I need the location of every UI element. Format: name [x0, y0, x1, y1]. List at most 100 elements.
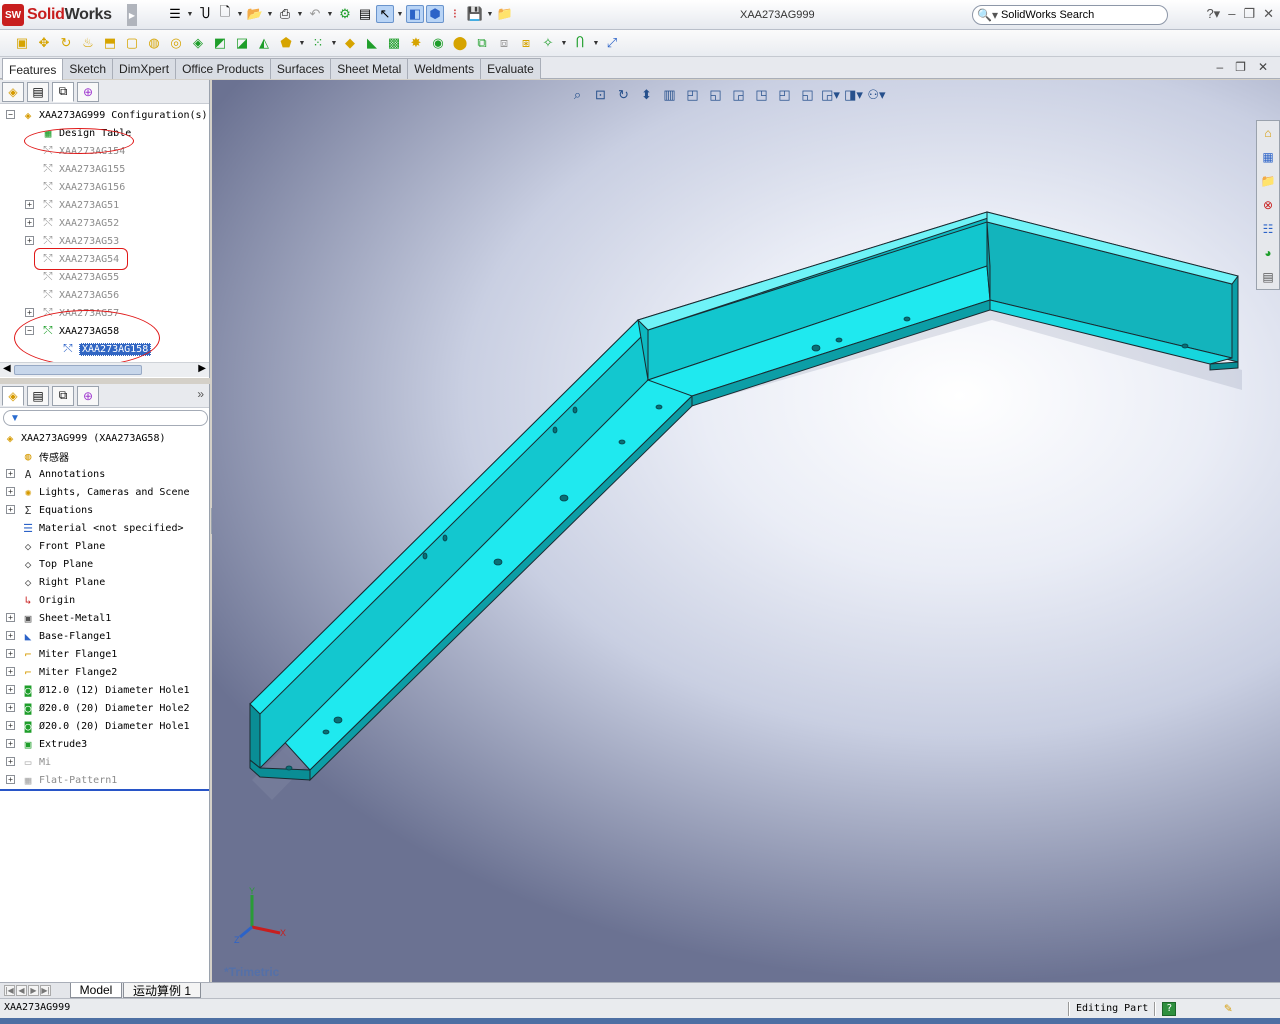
doc-close-icon[interactable]: ✕: [1258, 60, 1268, 74]
feature-item[interactable]: ◇ Front Plane: [0, 537, 209, 555]
view-orientation-icon[interactable]: ◲▾: [821, 85, 840, 104]
dimxpert-manager-tab-icon[interactable]: ⊕: [77, 385, 99, 406]
flex-icon[interactable]: ⧈: [494, 33, 514, 53]
left-view-icon[interactable]: ◲: [729, 85, 748, 104]
feature-item[interactable]: + ◙ Ø20.0 (20) Diameter Hole1: [0, 717, 209, 735]
first-tab-icon[interactable]: |◀: [4, 985, 15, 996]
expand-icon[interactable]: +: [6, 775, 15, 784]
horizontal-scrollbar[interactable]: ◀ ▶: [0, 362, 209, 377]
file-properties-icon[interactable]: ▤: [356, 5, 374, 23]
feature-item[interactable]: ◍ 传感器: [0, 447, 209, 465]
tab-sketch[interactable]: Sketch: [62, 58, 114, 79]
wrap-icon[interactable]: ✸: [406, 33, 426, 53]
feature-item[interactable]: + ✺ Lights, Cameras and Scene: [0, 483, 209, 501]
feature-item[interactable]: ☰ Material <not specified>: [0, 519, 209, 537]
config-item[interactable]: + ⤲ XAA273AG51: [0, 196, 209, 214]
last-tab-icon[interactable]: ▶|: [40, 985, 51, 996]
print-icon[interactable]: ⎙: [276, 5, 294, 23]
prev-tab-icon[interactable]: ◀: [16, 985, 27, 996]
back-view-icon[interactable]: ◱: [706, 85, 725, 104]
restore-icon[interactable]: ❐: [1243, 6, 1255, 22]
mirror-icon[interactable]: ⧉: [472, 33, 492, 53]
config-item[interactable]: ⤲ XAA273AG156: [0, 178, 209, 196]
boundary-cut-icon[interactable]: ◪: [232, 33, 252, 53]
feature-item[interactable]: + ◙ Ø20.0 (20) Diameter Hole2: [0, 699, 209, 717]
right-view-icon[interactable]: ◳: [752, 85, 771, 104]
top-view-icon[interactable]: ◰: [775, 85, 794, 104]
tab-motion-study[interactable]: 运动算例 1: [123, 983, 201, 998]
lofted-cut-icon[interactable]: ◩: [210, 33, 230, 53]
expand-icon[interactable]: +: [6, 469, 15, 478]
design-library-icon[interactable]: ▦: [1259, 147, 1277, 167]
help-icon[interactable]: ?▾: [1206, 6, 1220, 22]
tab-dimxpert[interactable]: DimXpert: [112, 58, 177, 79]
config-item[interactable]: + ⤲ XAA273AG52: [0, 214, 209, 232]
shell-icon[interactable]: ▩: [384, 33, 404, 53]
feature-item[interactable]: + ▭ Mi: [0, 753, 209, 771]
tab-weldments[interactable]: Weldments: [407, 58, 482, 79]
tab-features[interactable]: Features: [2, 58, 64, 80]
rib-icon[interactable]: ◆: [340, 33, 360, 53]
fillet-icon[interactable]: ◭: [254, 33, 274, 53]
search-results-icon[interactable]: ⊗: [1259, 195, 1277, 215]
view-cube-icon[interactable]: ⬢: [426, 5, 444, 23]
solidworks-logo[interactable]: SW SolidWorks: [2, 3, 130, 27]
swept-icon[interactable]: ↻: [56, 33, 76, 53]
hole-wizard-icon[interactable]: ◍: [144, 33, 164, 53]
hide-show-items-icon[interactable]: ⚇▾: [867, 85, 886, 104]
doc-restore-icon[interactable]: ❐: [1235, 60, 1246, 74]
config-item[interactable]: ⤲ XAA273AG55: [0, 268, 209, 286]
magnet-icon[interactable]: Ⴎ: [196, 5, 214, 23]
pan-icon[interactable]: ⬍: [637, 85, 656, 104]
scroll-right-icon[interactable]: ▶: [198, 363, 206, 374]
expand-icon[interactable]: +: [25, 236, 34, 245]
expand-icon[interactable]: +: [6, 685, 15, 694]
expand-icon[interactable]: +: [6, 703, 15, 712]
loft-icon[interactable]: ♨: [78, 33, 98, 53]
feature-item[interactable]: + ◣ Base-Flange1: [0, 627, 209, 645]
intersect-icon[interactable]: ⧆: [516, 33, 536, 53]
tab-office-products[interactable]: Office Products: [175, 58, 271, 79]
config-root[interactable]: − ◈ XAA273AG999 Configuration(s): [0, 106, 209, 124]
cylinder-icon[interactable]: ⬤: [450, 33, 470, 53]
feature-item[interactable]: ↳ Origin: [0, 591, 209, 609]
search-icon[interactable]: 🔍▾: [977, 8, 998, 22]
zoom-to-fit-icon[interactable]: ⌕: [568, 85, 587, 104]
quick-tips-icon[interactable]: ?: [1162, 1001, 1177, 1016]
config-item[interactable]: ⤲ XAA273AG155: [0, 160, 209, 178]
expand-icon[interactable]: +: [6, 667, 15, 676]
configuration-manager-tab-icon[interactable]: ⧉: [52, 81, 74, 102]
expand-icon[interactable]: +: [6, 739, 15, 748]
expand-icon[interactable]: +: [25, 308, 34, 317]
new-document-icon[interactable]: 🗋: [216, 4, 234, 23]
shaded-edges-icon[interactable]: ◧: [406, 5, 424, 23]
feature-manager-tab-icon[interactable]: ◈: [2, 81, 24, 102]
feature-item[interactable]: + A Annotations: [0, 465, 209, 483]
feature-item[interactable]: + Σ Equations: [0, 501, 209, 519]
feature-item[interactable]: + ▣ Extrude3: [0, 735, 209, 753]
feature-item[interactable]: + ▣ Sheet-Metal1: [0, 609, 209, 627]
sheet-metal-part-model[interactable]: [212, 80, 1280, 982]
instant3d-icon[interactable]: ⤢: [602, 33, 622, 53]
expand-icon[interactable]: +: [6, 649, 15, 658]
select-cursor-icon[interactable]: ↖: [376, 5, 394, 23]
open-folder-icon[interactable]: 📂: [246, 5, 264, 23]
undo-icon[interactable]: ↶: [306, 5, 324, 23]
rollback-bar[interactable]: [0, 789, 209, 791]
curves-icon[interactable]: Ⴖ: [570, 33, 590, 53]
open-recent-icon[interactable]: 📁: [496, 5, 514, 23]
reference-geometry-icon[interactable]: ✧: [538, 33, 558, 53]
dome-icon[interactable]: ◉: [428, 33, 448, 53]
save-icon[interactable]: 💾: [466, 5, 484, 23]
options-list-icon[interactable]: ☰: [166, 5, 184, 23]
display-style-icon[interactable]: ◨▾: [844, 85, 863, 104]
rebuild-icon[interactable]: ⚙: [336, 5, 354, 23]
next-tab-icon[interactable]: ▶: [28, 985, 39, 996]
resources-home-icon[interactable]: ⌂: [1259, 123, 1277, 143]
search-box[interactable]: 🔍▾ SolidWorks Search: [972, 5, 1168, 25]
file-explorer-icon[interactable]: 📁: [1259, 171, 1277, 191]
feature-item[interactable]: + ▦ Flat-Pattern1: [0, 771, 209, 789]
section-view-icon[interactable]: ▥: [660, 85, 679, 104]
feature-item[interactable]: ◇ Top Plane: [0, 555, 209, 573]
expand-icon[interactable]: +: [6, 505, 15, 514]
